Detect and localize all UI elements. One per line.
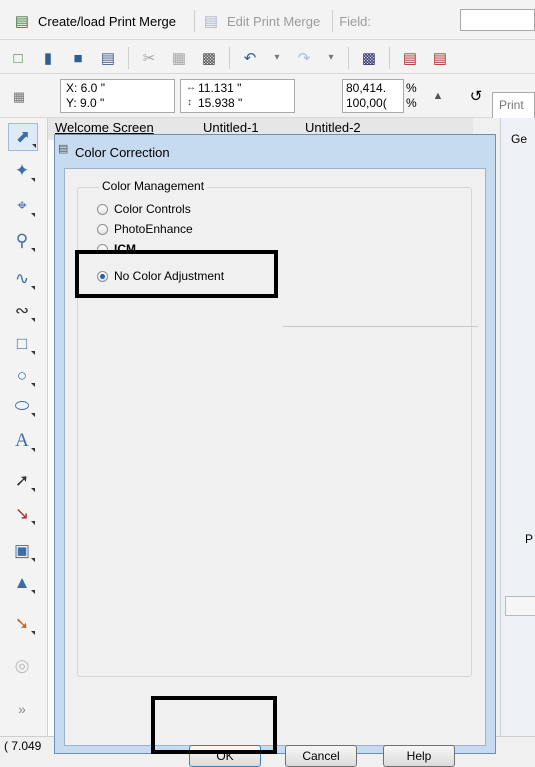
option-label: PhotoEnhance — [114, 222, 193, 236]
color-correction-dialog: ▤ Color Correction Color Management Colo… — [54, 134, 496, 767]
field-label: Field: — [339, 13, 372, 29]
docker-panel: Ge P — [500, 118, 535, 754]
property-bar: ▦ X: 6.0 " Y: 9.0 " ↔ 11.131 " ↕ 15.938 … — [0, 74, 535, 118]
chevron-down-icon[interactable]: ▾ — [324, 48, 338, 68]
toolbar-separator — [194, 10, 196, 32]
standard-toolbar: □ ▮ ■ ▤ ✂ ▦ ▩ ↶ ▾ ↷ ▾ ▩ ▤ ▤ — [0, 40, 535, 74]
transparency-icon[interactable]: ▲ — [8, 570, 36, 596]
option-label: Color Controls — [114, 202, 191, 216]
dimension-tool-icon[interactable]: ➚ — [8, 468, 36, 494]
cut-icon[interactable]: ✂ — [139, 48, 159, 68]
dialog-title: Color Correction — [75, 145, 170, 160]
edit-print-merge-button[interactable]: Edit Print Merge — [227, 14, 320, 29]
polygon-tool-icon[interactable]: ⬭ — [8, 393, 36, 419]
copy-icon[interactable]: ▦ — [169, 48, 189, 68]
edit-merge-icon: ▤ — [203, 12, 219, 30]
artistic-media-icon[interactable]: ∾ — [8, 298, 36, 324]
toolbar-separator — [332, 10, 334, 32]
launcher-icon[interactable]: ▩ — [359, 48, 379, 68]
redo-icon[interactable]: ↷ — [294, 48, 314, 68]
photoenhance-option[interactable]: PhotoEnhance — [97, 222, 193, 236]
tab-untitled-2[interactable]: Untitled-2 — [305, 120, 361, 135]
connector-tool-icon[interactable]: ↘ — [8, 501, 36, 527]
width-icon: ↔ — [186, 82, 196, 93]
docker-field[interactable] — [505, 596, 535, 616]
divider — [283, 326, 478, 327]
undo-icon[interactable]: ↶ — [240, 48, 260, 68]
import-icon[interactable]: ▤ — [400, 48, 420, 68]
x-position-field[interactable]: X: 6.0 " — [66, 81, 105, 95]
scale-y-field[interactable]: 100,00( — [346, 96, 387, 110]
tab-untitled-1[interactable]: Untitled-1 — [203, 120, 259, 135]
height-icon: ↕ — [187, 97, 192, 108]
dialog-icon: ▤ — [58, 143, 69, 155]
height-field[interactable]: 15.938 " — [198, 96, 242, 110]
drop-shadow-icon[interactable]: ▣ — [8, 538, 36, 564]
color-controls-option[interactable]: Color Controls — [97, 202, 191, 216]
new-icon[interactable]: □ — [8, 48, 28, 68]
rotate-icon[interactable]: ↺ — [466, 86, 486, 106]
zoom-tool-icon[interactable]: ⚲ — [8, 228, 36, 254]
field-select[interactable] — [460, 9, 535, 31]
position-icon: ▦ — [12, 88, 26, 104]
ellipse-tool-icon[interactable]: ○ — [8, 363, 36, 389]
width-field[interactable]: 11.131 " — [198, 81, 241, 95]
export-icon[interactable]: ▤ — [430, 48, 450, 68]
percent-label: % — [406, 81, 417, 95]
rectangle-tool-icon[interactable]: □ — [8, 331, 36, 357]
help-button[interactable]: Help — [383, 745, 455, 767]
crop-tool-icon[interactable]: ⌖ — [8, 193, 36, 219]
toolbar-separator — [229, 47, 230, 69]
outline-pen-icon[interactable]: ◎ — [8, 653, 36, 679]
group-label: Color Management — [99, 179, 208, 193]
chevron-down-icon[interactable]: ▾ — [270, 48, 284, 68]
toolbar-separator — [128, 47, 129, 69]
expand-icon[interactable]: » — [8, 696, 36, 722]
toolbar-separator — [389, 47, 390, 69]
text-tool-icon[interactable]: A — [8, 428, 36, 454]
eyedropper-icon[interactable]: ➘ — [8, 611, 36, 637]
print-merge-icon[interactable]: ▤ — [12, 11, 32, 31]
paste-icon[interactable]: ▩ — [199, 48, 219, 68]
freehand-tool-icon[interactable]: ∿ — [8, 266, 36, 292]
radio-button[interactable] — [97, 223, 108, 235]
lock-icon[interactable]: ▲ — [428, 86, 448, 106]
percent-label: % — [406, 96, 417, 110]
tab-welcome-screen[interactable]: Welcome Screen — [55, 120, 154, 135]
cancel-button[interactable]: Cancel — [285, 745, 357, 767]
create-print-merge-button[interactable]: Create/load Print Merge — [38, 14, 176, 29]
save-icon[interactable]: ■ — [68, 48, 88, 68]
toolbar-separator — [348, 47, 349, 69]
print-label: Print — [499, 98, 524, 112]
highlight-no-color-adjustment — [75, 250, 278, 298]
docker-letter: P — [525, 532, 534, 546]
docker-tab-label[interactable]: Ge — [511, 132, 527, 146]
scale-x-field[interactable]: 80,414. — [346, 81, 386, 95]
radio-button[interactable] — [97, 203, 108, 215]
toolbox: ⬈ ✦ ⌖ ⚲ ∿ ∾ □ ○ ⬭ A ➚ ↘ ▣ ▲ ➘ ◎ » — [0, 118, 48, 754]
print-merge-toolbar: ▤ Create/load Print Merge ▤ Edit Print M… — [0, 0, 535, 40]
pick-tool-icon[interactable]: ⬈ — [8, 123, 38, 151]
highlight-ok-button — [151, 696, 277, 754]
shape-tool-icon[interactable]: ✦ — [8, 158, 36, 184]
open-icon[interactable]: ▮ — [38, 48, 58, 68]
status-coordinates: ( 7.049 — [4, 739, 42, 753]
y-position-field[interactable]: Y: 9.0 " — [66, 96, 104, 110]
print-icon[interactable]: ▤ — [98, 48, 118, 68]
